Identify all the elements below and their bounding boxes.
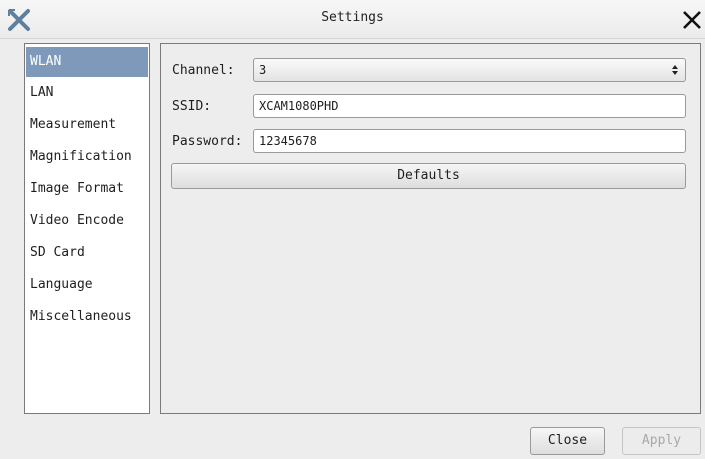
channel-value: 3: [259, 63, 267, 77]
close-window-icon[interactable]: [681, 8, 703, 32]
sidebar-item-wlan[interactable]: WLAN: [26, 47, 148, 77]
sidebar-item-image-format[interactable]: Image Format: [26, 174, 148, 204]
sidebar-item-measurement[interactable]: Measurement: [26, 110, 148, 140]
select-arrows-icon: [672, 65, 678, 75]
ssid-label: SSID:: [172, 99, 212, 114]
password-label: Password:: [172, 134, 243, 149]
channel-label: Channel:: [172, 63, 235, 78]
sidebar-item-sd-card[interactable]: SD Card: [26, 238, 148, 268]
sidebar-item-lan[interactable]: LAN: [26, 78, 148, 108]
sidebar-item-language[interactable]: Language: [26, 270, 148, 300]
settings-window: Settings WLAN LAN Measurement Magnificat…: [0, 0, 705, 459]
window-title: Settings: [321, 10, 384, 25]
sidebar-item-magnification[interactable]: Magnification: [26, 142, 148, 172]
sidebar-item-miscellaneous[interactable]: Miscellaneous: [26, 302, 148, 332]
settings-category-list: WLAN LAN Measurement Magnification Image…: [24, 43, 150, 414]
close-button[interactable]: Close: [530, 427, 605, 455]
wlan-settings-panel: Channel: 3 SSID: XCAM1080PHD Password: 1…: [160, 43, 701, 414]
ssid-input[interactable]: XCAM1080PHD: [253, 94, 686, 118]
defaults-button[interactable]: Defaults: [171, 163, 686, 189]
sidebar-item-video-encode[interactable]: Video Encode: [26, 206, 148, 236]
apply-button[interactable]: Apply: [622, 427, 701, 455]
title-bar: Settings: [0, 0, 705, 39]
password-input[interactable]: 12345678: [253, 129, 686, 153]
channel-select[interactable]: 3: [253, 58, 686, 82]
